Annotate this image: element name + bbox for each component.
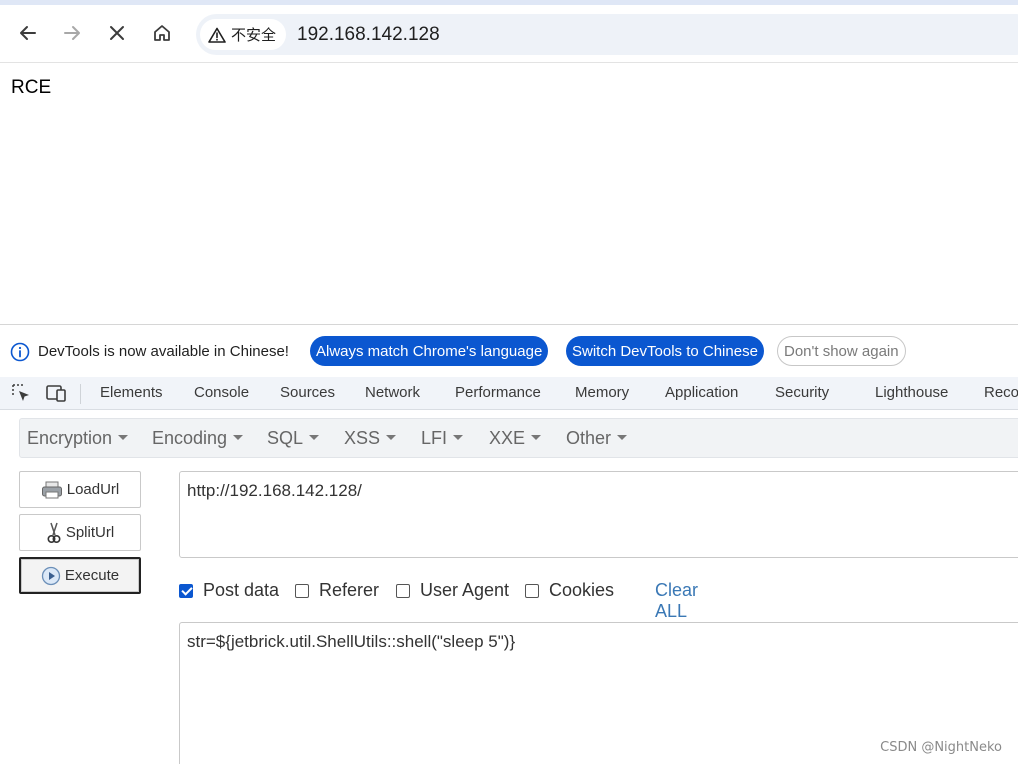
caret-down-icon [453, 434, 464, 440]
scissors-icon [47, 522, 61, 543]
dismiss-button[interactable]: Don't show again [777, 336, 906, 366]
tab-console[interactable]: Console [194, 384, 249, 401]
devtools-tabbar: Elements Console Sources Network Perform… [0, 377, 1018, 410]
caret-down-icon [531, 434, 542, 440]
clear-all-link[interactable]: Clear ALL [655, 580, 698, 622]
cookies-checkbox[interactable] [525, 583, 539, 598]
device-toolbar-icon[interactable] [45, 383, 67, 403]
tab-application[interactable]: Application [665, 384, 738, 401]
menu-label: XXE [489, 428, 526, 448]
tab-recorder[interactable]: Reco [984, 384, 1018, 401]
home-icon [154, 25, 170, 41]
security-label: 不安全 [231, 26, 277, 44]
tab-security[interactable]: Security [775, 384, 829, 401]
tab-performance[interactable]: Performance [455, 384, 541, 401]
info-icon [10, 342, 30, 362]
option-label: Referer [319, 580, 380, 600]
split-url-label: SplitUrl [65, 524, 115, 541]
tab-memory[interactable]: Memory [575, 384, 629, 401]
watermark: CSDN @NightNeko [880, 740, 1002, 755]
menu-encoding[interactable]: Encoding [152, 428, 244, 449]
option-cookies[interactable]: Cookies [525, 580, 614, 601]
security-chip[interactable]: 不安全 [200, 19, 287, 50]
url-textarea-value: http://192.168.142.128/ [187, 481, 362, 500]
tab-separator [80, 384, 81, 404]
tab-lighthouse[interactable]: Lighthouse [875, 384, 948, 401]
menu-xss[interactable]: XSS [344, 428, 397, 449]
caret-down-icon [386, 434, 397, 440]
url-textarea[interactable]: http://192.168.142.128/ [179, 471, 1018, 558]
caret-down-icon [118, 434, 129, 440]
warning-icon [208, 27, 226, 43]
menu-encryption[interactable]: Encryption [27, 428, 129, 449]
tab-sources[interactable]: Sources [280, 384, 335, 401]
arrow-right-icon [64, 26, 80, 40]
menu-label: Encryption [27, 428, 113, 448]
post-data-value: str=${jetbrick.util.ShellUtils::shell("s… [187, 632, 516, 651]
inspect-element-icon[interactable] [11, 383, 31, 403]
menu-other[interactable]: Other [566, 428, 628, 449]
option-label: Post data [203, 580, 280, 600]
execute-label: Execute [64, 567, 120, 584]
address-bar[interactable]: 不安全 192.168.142.128 [196, 14, 1018, 55]
menu-label: SQL [267, 428, 304, 448]
menu-lfi[interactable]: LFI [421, 428, 464, 449]
caret-down-icon [617, 434, 628, 440]
split-url-button[interactable]: SplitUrl [19, 514, 141, 551]
menu-xxe[interactable]: XXE [489, 428, 542, 449]
stop-button[interactable] [102, 18, 132, 48]
load-url-button[interactable]: LoadUrl [19, 471, 141, 508]
tab-network[interactable]: Network [365, 384, 420, 401]
menu-label: LFI [421, 428, 448, 448]
execute-button[interactable]: Execute [19, 557, 141, 594]
option-label: User Agent [420, 580, 510, 600]
option-user-agent[interactable]: User Agent [396, 580, 509, 601]
close-icon [110, 26, 124, 40]
forward-button[interactable] [57, 18, 87, 48]
option-referer[interactable]: Referer [295, 580, 379, 601]
tab-elements[interactable]: Elements [100, 384, 163, 401]
devtools-infobar: DevTools is now available in Chinese! Al… [0, 325, 1018, 377]
match-language-button[interactable]: Always match Chrome's language [310, 336, 549, 366]
load-url-label: LoadUrl [66, 481, 120, 498]
url-text: 192.168.142.128 [297, 24, 440, 45]
option-label: Cookies [549, 580, 615, 600]
caret-down-icon [233, 434, 244, 440]
caret-down-icon [309, 434, 320, 440]
printer-icon [41, 481, 62, 498]
infobar-message: DevTools is now available in Chinese! [38, 343, 289, 360]
menu-label: XSS [344, 428, 381, 448]
option-post-data[interactable]: Post data [179, 580, 279, 601]
switch-language-button[interactable]: Switch DevTools to Chinese [566, 336, 764, 366]
arrow-left-icon [20, 26, 36, 40]
home-button[interactable] [147, 18, 177, 48]
user-agent-checkbox[interactable] [396, 583, 410, 598]
browser-toolbar: 不安全 192.168.142.128 [0, 5, 1018, 63]
menu-sql[interactable]: SQL [267, 428, 320, 449]
hackbar-menu: Encryption Encoding SQL XSS LFI XXE Othe… [19, 418, 1018, 458]
back-button[interactable] [13, 18, 43, 48]
hackbar-panel: Encryption Encoding SQL XSS LFI XXE Othe… [0, 411, 1018, 764]
referer-checkbox[interactable] [295, 583, 309, 598]
menu-label: Other [566, 428, 612, 448]
post-data-checkbox[interactable] [179, 583, 193, 598]
menu-label: Encoding [152, 428, 228, 448]
play-icon [41, 566, 61, 585]
page-body-text: RCE [11, 77, 52, 98]
